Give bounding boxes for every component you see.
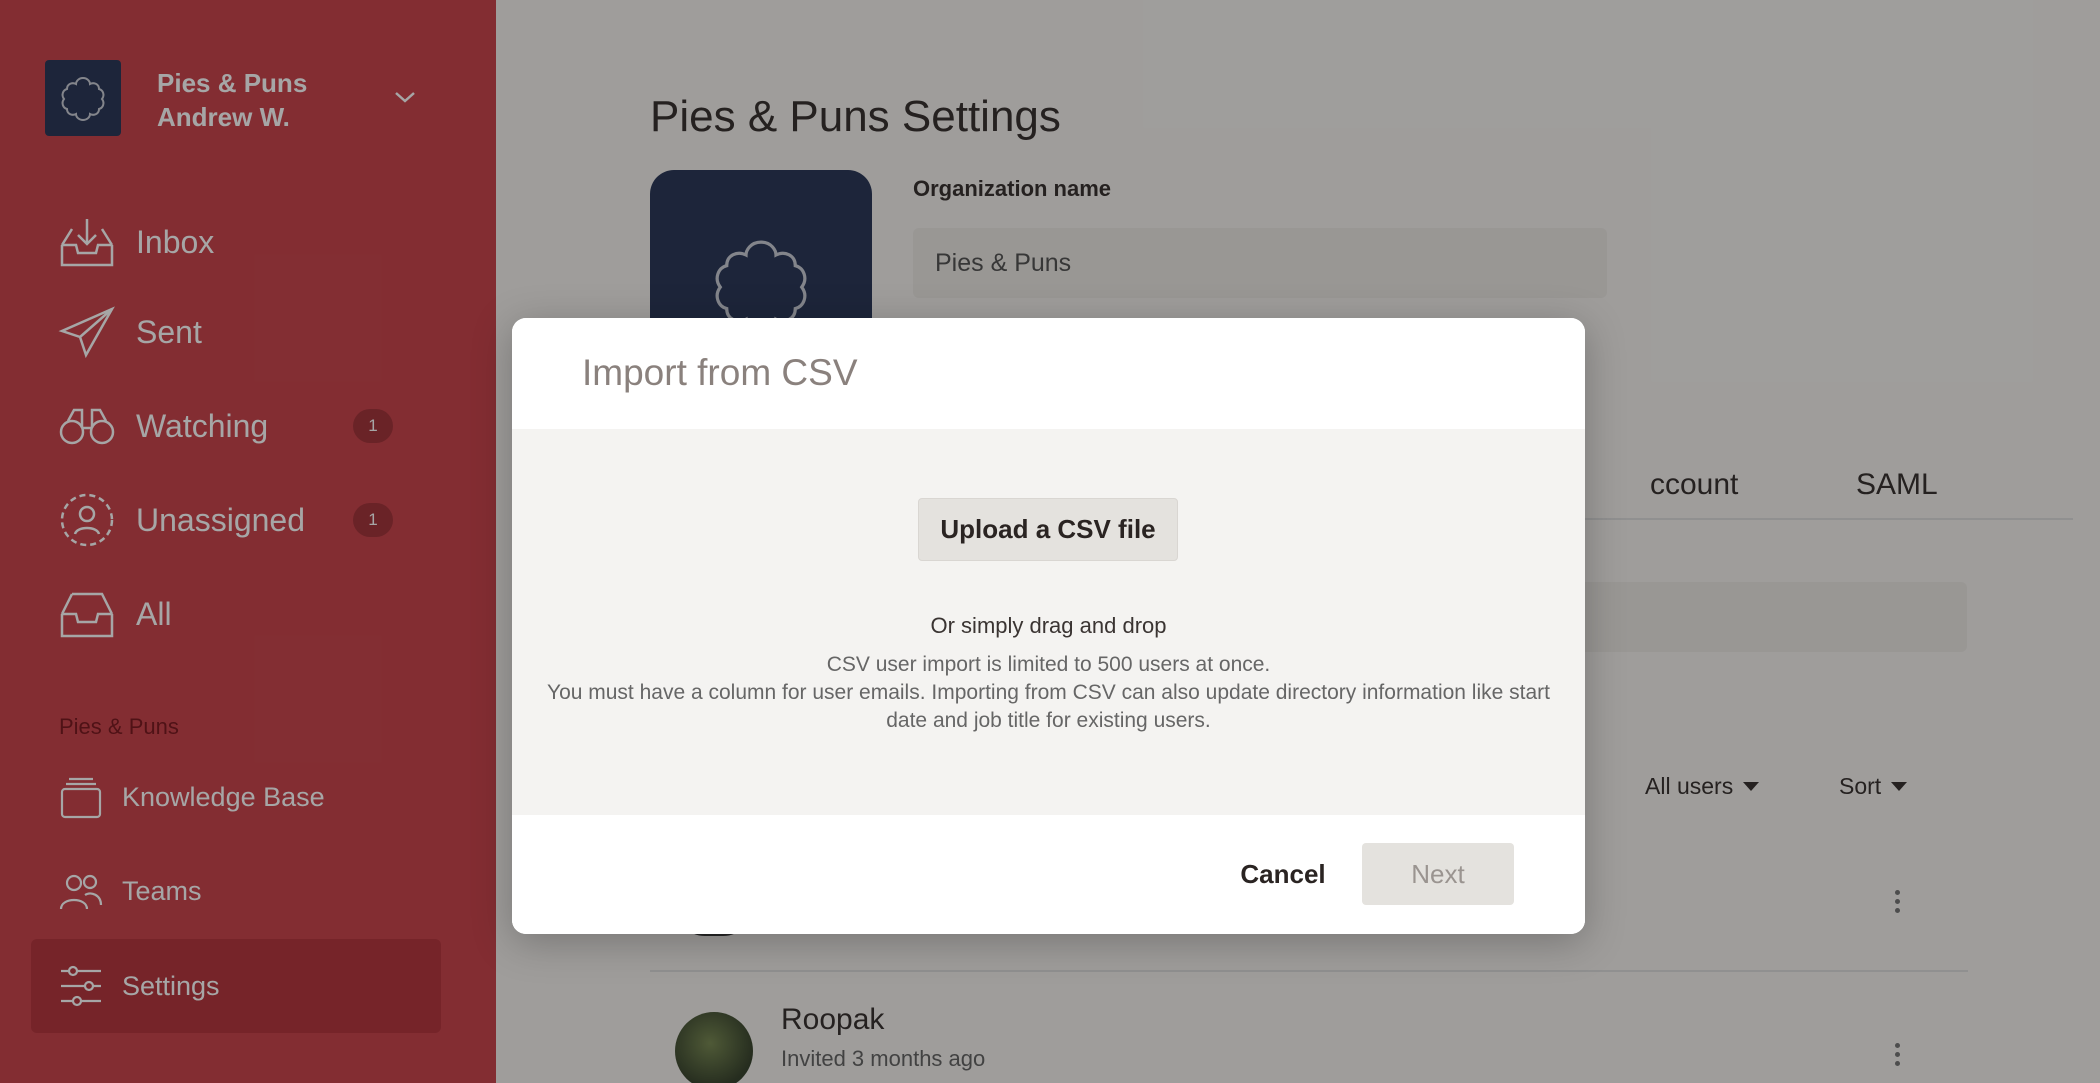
import-requirements-text: You must have a column for user emails. … (546, 681, 1550, 732)
cancel-button[interactable]: Cancel (1218, 843, 1348, 905)
modal-footer: Cancel Next (512, 815, 1585, 934)
import-limit-text: CSV user import is limited to 500 users … (826, 653, 1271, 676)
import-info-text: CSV user import is limited to 500 users … (532, 651, 1565, 735)
next-button[interactable]: Next (1362, 843, 1514, 905)
modal-header: Import from CSV (512, 318, 1585, 429)
drag-drop-hint: Or simply drag and drop (930, 613, 1167, 638)
upload-csv-button[interactable]: Upload a CSV file (918, 498, 1178, 561)
modal-title: Import from CSV (582, 352, 858, 393)
import-csv-modal: Import from CSV Upload a CSV file Or sim… (512, 318, 1585, 934)
